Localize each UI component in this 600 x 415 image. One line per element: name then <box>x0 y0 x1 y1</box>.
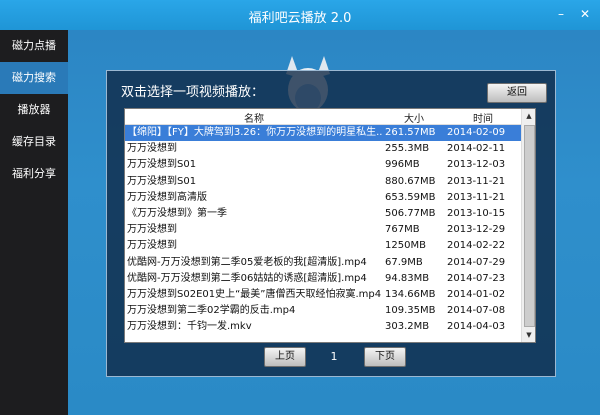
item-size: 255.3MB <box>385 143 430 155</box>
item-name: 优酷网-万万没想到第二季06姑姑的诱惑[超清版].mp4 <box>127 272 367 284</box>
scroll-up-arrow-icon[interactable]: ▲ <box>522 109 535 123</box>
video-list[interactable]: 名称 大小 时间 【绵阳】【FY】大牌驾到3.26：你万万没想到的明星私生...… <box>124 108 536 343</box>
item-name: 万万没想到：千钧一发.mkv <box>127 321 252 333</box>
item-date: 2014-02-22 <box>447 240 506 252</box>
item-size: 653.59MB <box>385 191 436 203</box>
scroll-down-arrow-icon[interactable]: ▼ <box>522 328 535 342</box>
column-header-name[interactable]: 名称 <box>125 110 383 125</box>
item-name: 万万没想到 <box>127 143 177 155</box>
item-name: 【绵阳】【FY】大牌驾到3.26：你万万没想到的明星私生... <box>127 127 382 138</box>
prev-page-button[interactable]: 上页 <box>264 347 306 367</box>
list-item[interactable]: 万万没想到S01 996MB 2013-12-03 <box>125 157 535 173</box>
scroll-thumb[interactable] <box>524 125 535 327</box>
item-name: 万万没想到第二季02学霸的反击.mp4 <box>127 305 296 317</box>
list-rows: 【绵阳】【FY】大牌驾到3.26：你万万没想到的明星私生... 261.57MB 2… <box>125 125 535 335</box>
item-name: 万万没想到 <box>127 240 177 252</box>
item-date: 2014-04-03 <box>447 321 506 333</box>
app-title: 福利吧云播放 2.0 <box>248 11 352 26</box>
item-date: 2014-07-29 <box>447 256 506 268</box>
item-name: 万万没想到S01 <box>127 175 197 187</box>
minimize-button[interactable]: – <box>552 6 570 22</box>
list-item[interactable]: 万万没想到 767MB 2013-12-29 <box>125 222 535 238</box>
item-size: 261.57MB <box>385 127 436 138</box>
list-item[interactable]: 万万没想到 255.3MB 2014-02-11 <box>125 141 535 157</box>
item-date: 2014-02-09 <box>447 127 506 138</box>
column-header-size[interactable]: 大小 <box>383 110 445 125</box>
page-number: 1 <box>330 350 338 363</box>
item-size: 109.35MB <box>385 305 436 317</box>
item-date: 2014-07-08 <box>447 305 506 317</box>
list-item[interactable]: 万万没想到 1250MB 2014-02-22 <box>125 238 535 254</box>
list-item[interactable]: 万万没想到S02E01史上“最美”唐僧西天取经怕寂寞.mp4 134.66MB 20… <box>125 287 535 303</box>
list-item[interactable]: 万万没想到S01 880.67MB 2013-11-21 <box>125 174 535 190</box>
list-item[interactable]: 优酷网-万万没想到第二季05爱老板的我[超清版].mp4 67.9MB 2014-0… <box>125 255 535 271</box>
item-date: 2014-01-02 <box>447 288 506 300</box>
item-size: 506.77MB <box>385 207 436 219</box>
sidebar-item-player[interactable]: 播放器 <box>0 94 68 126</box>
item-size: 134.66MB <box>385 288 436 300</box>
item-name: 万万没想到S01 <box>127 159 197 171</box>
item-name: 万万没想到S02E01史上“最美”唐僧西天取经怕寂寞.mp4 <box>127 288 382 300</box>
item-date: 2013-11-21 <box>447 191 506 203</box>
list-item[interactable]: 万万没想到：千钧一发.mkv 303.2MB 2014-04-03 <box>125 319 535 335</box>
sidebar-item-magnet-play[interactable]: 磁力点播 <box>0 30 68 62</box>
title-bar: 福利吧云播放 2.0 – ✕ <box>0 0 600 30</box>
item-date: 2013-12-03 <box>447 159 506 171</box>
list-item[interactable]: 万万没想到高清版 653.59MB 2013-11-21 <box>125 190 535 206</box>
next-page-button[interactable]: 下页 <box>364 347 406 367</box>
sidebar: 磁力点播 磁力搜索 播放器 缓存目录 福利分享 <box>0 30 68 415</box>
back-button[interactable]: 返回 <box>487 83 547 103</box>
panel-prompt: 双击选择一项视频播放： <box>121 85 265 100</box>
search-results-panel: 双击选择一项视频播放： 返回 名称 大小 时间 【绵阳】【FY】大牌驾到3.26… <box>106 70 556 377</box>
item-size: 767MB <box>385 224 420 236</box>
item-size: 880.67MB <box>385 175 436 187</box>
item-size: 996MB <box>385 159 420 171</box>
item-date: 2013-12-29 <box>447 224 506 236</box>
scrollbar[interactable]: ▲ ▼ <box>521 109 535 342</box>
list-item[interactable]: 万万没想到第二季02学霸的反击.mp4 109.35MB 2014-07-08 <box>125 303 535 319</box>
main-area: 双击选择一项视频播放： 返回 名称 大小 时间 【绵阳】【FY】大牌驾到3.26… <box>68 30 600 415</box>
item-date: 2014-07-23 <box>447 272 506 284</box>
item-size: 1250MB <box>385 240 426 252</box>
item-date: 2013-11-21 <box>447 175 506 187</box>
item-size: 67.9MB <box>385 256 423 268</box>
item-name: 万万没想到高清版 <box>127 191 207 203</box>
item-size: 303.2MB <box>385 321 430 333</box>
sidebar-item-share[interactable]: 福利分享 <box>0 158 68 190</box>
item-name: 万万没想到 <box>127 224 177 236</box>
item-name: 优酷网-万万没想到第二季05爱老板的我[超清版].mp4 <box>127 256 367 268</box>
list-item[interactable]: 《万万没想到》第一季 506.77MB 2013-10-15 <box>125 206 535 222</box>
sidebar-item-magnet-search[interactable]: 磁力搜索 <box>0 62 68 94</box>
sidebar-item-cache-dir[interactable]: 缓存目录 <box>0 126 68 158</box>
column-header-date[interactable]: 时间 <box>445 110 521 125</box>
list-item[interactable]: 【绵阳】【FY】大牌驾到3.26：你万万没想到的明星私生... 261.57MB 2… <box>125 125 535 142</box>
item-date: 2014-02-11 <box>447 143 506 155</box>
item-name: 《万万没想到》第一季 <box>127 207 227 219</box>
close-button[interactable]: ✕ <box>576 6 594 22</box>
item-size: 94.83MB <box>385 272 430 284</box>
item-date: 2013-10-15 <box>447 207 506 219</box>
list-item[interactable]: 优酷网-万万没想到第二季06姑姑的诱惑[超清版].mp4 94.83MB 2014-… <box>125 271 535 287</box>
list-header: 名称 大小 时间 <box>125 109 535 125</box>
